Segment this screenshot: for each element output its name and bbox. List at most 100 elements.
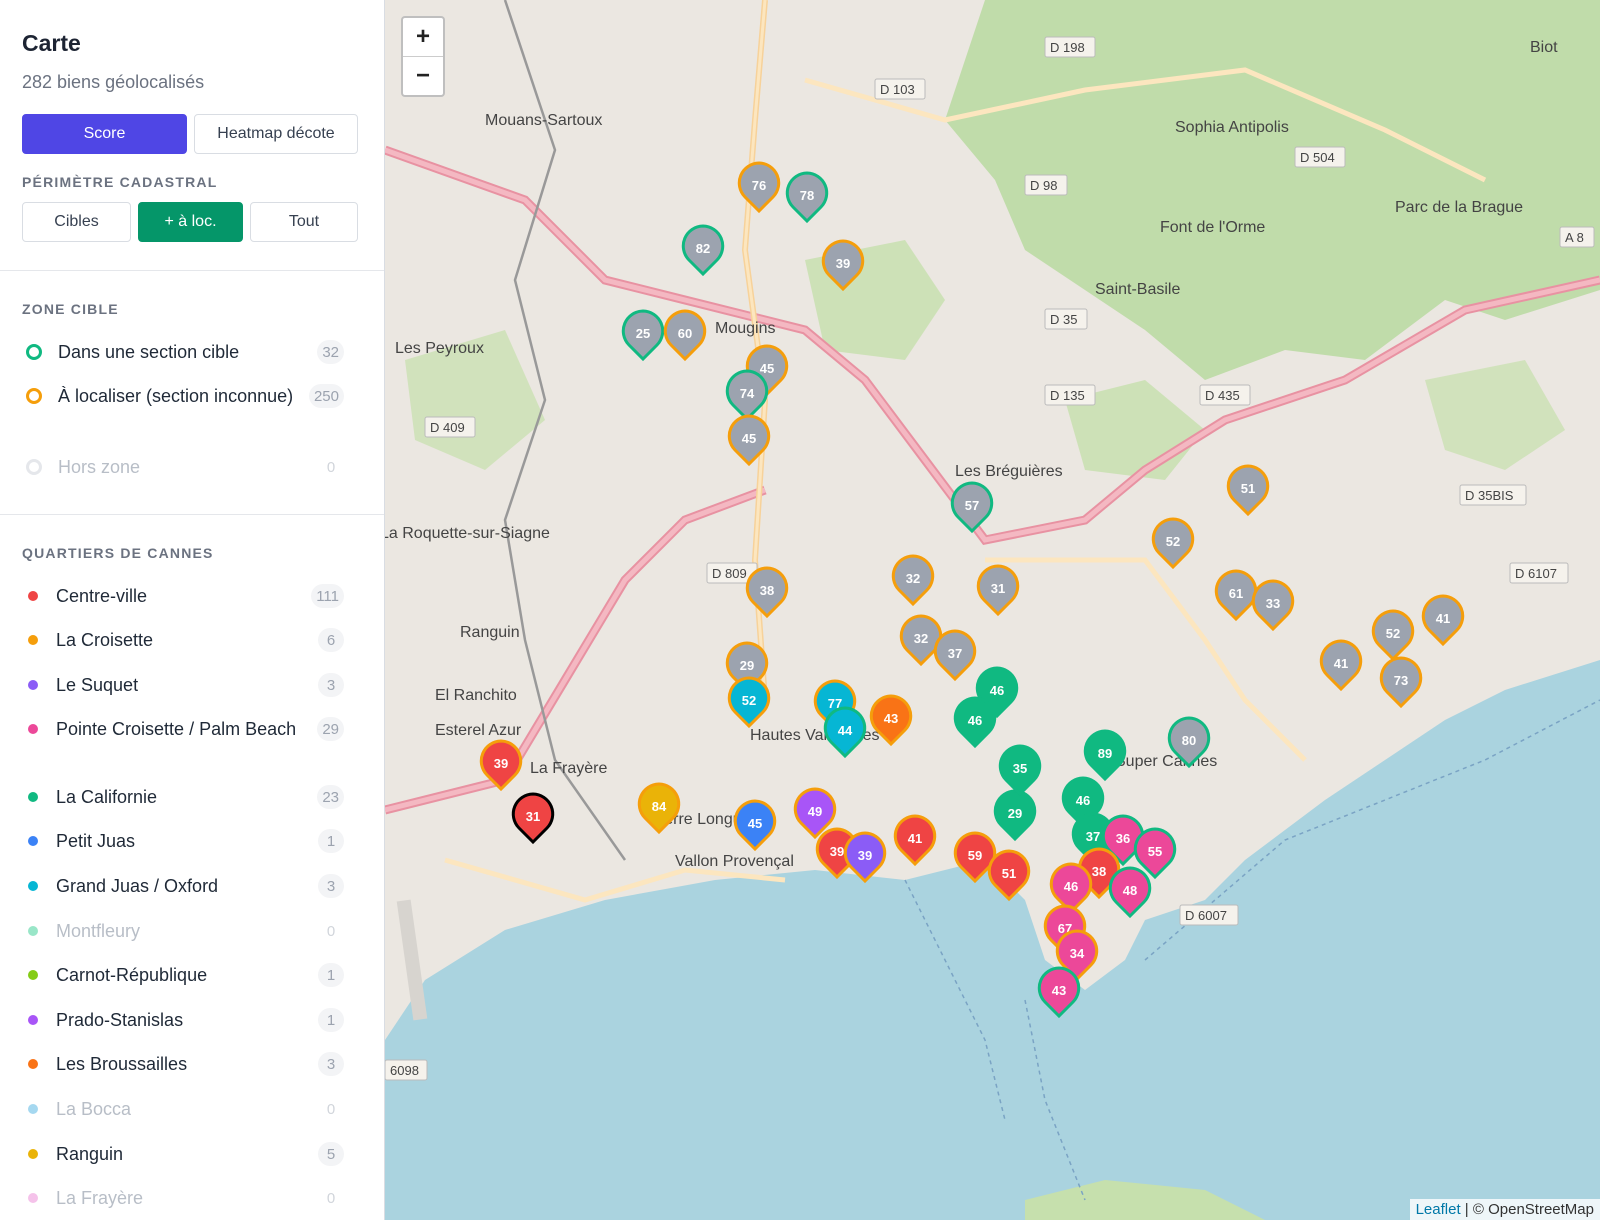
svg-text:D 409: D 409: [430, 420, 465, 435]
svg-text:D 35BIS: D 35BIS: [1465, 488, 1514, 503]
quartier-dot-icon: [28, 926, 38, 936]
svg-text:D 135: D 135: [1050, 388, 1085, 403]
svg-text:D 6107: D 6107: [1515, 566, 1557, 581]
map-place-label: Esterel Azur: [435, 722, 522, 739]
road-label: 6098: [385, 1059, 428, 1081]
perimeter-tout-button[interactable]: Tout: [250, 202, 358, 242]
marker-score: 32: [906, 571, 920, 586]
quartier-dot-icon: [28, 591, 38, 601]
map-place-label: Saint-Basile: [1095, 281, 1180, 298]
svg-text:D 435: D 435: [1205, 388, 1240, 403]
marker-score: 46: [1076, 793, 1090, 808]
marker-score: 37: [948, 646, 962, 661]
svg-text:D 35: D 35: [1050, 312, 1077, 327]
map-place-label: El Ranchito: [435, 687, 517, 704]
quartier-item[interactable]: Ranguin 5: [22, 1142, 344, 1166]
svg-text:D 504: D 504: [1300, 150, 1335, 165]
quartier-dot-icon: [28, 881, 38, 891]
quartier-item[interactable]: Les Broussailles 3: [22, 1052, 344, 1076]
svg-text:6098: 6098: [390, 1063, 419, 1078]
marker-score: 51: [1002, 866, 1016, 881]
quartier-item[interactable]: La Bocca 0: [22, 1097, 344, 1121]
marker-score: 45: [748, 816, 762, 831]
divider: [0, 514, 384, 515]
zoom-out-button[interactable]: −: [403, 57, 443, 95]
marker-score: 44: [838, 723, 853, 738]
quartier-dot-icon: [28, 635, 38, 645]
marker-score: 38: [1092, 864, 1106, 879]
quartier-dot-icon: [28, 970, 38, 980]
marker-score: 89: [1098, 746, 1112, 761]
road-label: D 504: [1294, 146, 1346, 168]
quartier-item[interactable]: Le Suquet 3: [22, 673, 344, 697]
zone-ring-icon: [26, 388, 42, 404]
zone-item-hors-zone[interactable]: Hors zone 0: [22, 455, 344, 479]
marker-score: 82: [696, 241, 710, 256]
perimeter-a-localiser-button[interactable]: + à loc.: [138, 202, 243, 242]
marker-score: 35: [1013, 761, 1027, 776]
marker-score: 52: [742, 693, 756, 708]
score-mode-button[interactable]: Score: [22, 114, 187, 154]
marker-score: 84: [652, 799, 667, 814]
marker-score: 37: [1086, 829, 1100, 844]
map-attribution: Leaflet | © OpenStreetMap: [1409, 1199, 1600, 1220]
zone-item-cible[interactable]: Dans une section cible 32: [22, 340, 344, 364]
leaflet-link[interactable]: Leaflet: [1416, 1201, 1461, 1218]
marker-score: 45: [760, 361, 774, 376]
marker-score: 43: [1052, 983, 1066, 998]
perimeter-cibles-button[interactable]: Cibles: [22, 202, 131, 242]
marker-score: 76: [752, 178, 766, 193]
road-label: D 6007: [1179, 904, 1239, 926]
quartier-dot-icon: [28, 1104, 38, 1114]
quartiers-label: QUARTIERS DE CANNES: [22, 545, 214, 561]
map-place-label: Mougins: [715, 320, 775, 337]
marker-score: 78: [800, 188, 814, 203]
map-place-label: Parc de la Brague: [1395, 199, 1523, 216]
marker-score: 31: [991, 581, 1005, 596]
marker-score: 57: [965, 498, 979, 513]
marker-score: 32: [914, 631, 928, 646]
quartier-item[interactable]: La Californie 23: [22, 785, 344, 809]
marker-score: 51: [1241, 481, 1255, 496]
map-place-label: La Frayère: [530, 760, 607, 777]
map-place-label: Mouans-Sartoux: [485, 112, 602, 129]
quartier-item[interactable]: Prado-Stanislas 1: [22, 1008, 344, 1032]
marker-score: 36: [1116, 831, 1130, 846]
quartier-item[interactable]: La Frayère 0: [22, 1186, 344, 1210]
marker-score: 46: [1064, 879, 1078, 894]
marker-score: 73: [1394, 673, 1408, 688]
zoom-in-button[interactable]: +: [403, 18, 443, 57]
marker-score: 52: [1386, 626, 1400, 641]
map-place-label: La Roquette-sur-Siagne: [385, 525, 550, 542]
marker-score: 74: [740, 386, 755, 401]
quartier-dot-icon: [28, 792, 38, 802]
map-place-label: Les Bréguières: [955, 463, 1063, 480]
heatmap-mode-button[interactable]: Heatmap décote: [194, 114, 358, 154]
quartier-item[interactable]: Carnot-République 1: [22, 963, 344, 987]
road-label: D 435: [1199, 384, 1251, 406]
marker-score: 59: [968, 848, 982, 863]
map-place-label: Super Cannes: [1115, 753, 1217, 770]
svg-text:D 103: D 103: [880, 82, 915, 97]
marker-score: 80: [1182, 733, 1196, 748]
marker-score: 39: [858, 848, 872, 863]
quartier-item[interactable]: Grand Juas / Oxford 3: [22, 874, 344, 898]
map-tiles[interactable]: Mouans-Sartoux Sophia Antipolis Font de l'…: [385, 0, 1600, 1220]
quartier-item[interactable]: Montfleury 0: [22, 919, 344, 943]
quartier-item[interactable]: La Croisette 6: [22, 628, 344, 652]
map-place-label: Font de l'Orme: [1160, 219, 1265, 236]
quartier-dot-icon: [28, 1193, 38, 1203]
quartier-dot-icon: [28, 836, 38, 846]
marker-score: 41: [1334, 656, 1348, 671]
quartier-dot-icon: [28, 680, 38, 690]
quartier-item[interactable]: Petit Juas 1: [22, 829, 344, 853]
map-view[interactable]: Mouans-Sartoux Sophia Antipolis Font de l'…: [385, 0, 1600, 1220]
svg-text:D 809: D 809: [712, 566, 747, 581]
quartier-item[interactable]: Pointe Croisette / Palm Beach 29: [22, 717, 344, 741]
quartier-dot-icon: [28, 724, 38, 734]
marker-score: 33: [1266, 596, 1280, 611]
zone-ring-icon: [26, 459, 42, 475]
marker-score: 52: [1166, 534, 1180, 549]
quartier-item[interactable]: Centre-ville 111: [22, 584, 344, 608]
zone-item-a-localiser[interactable]: À localiser (section inconnue) 250: [22, 384, 344, 408]
